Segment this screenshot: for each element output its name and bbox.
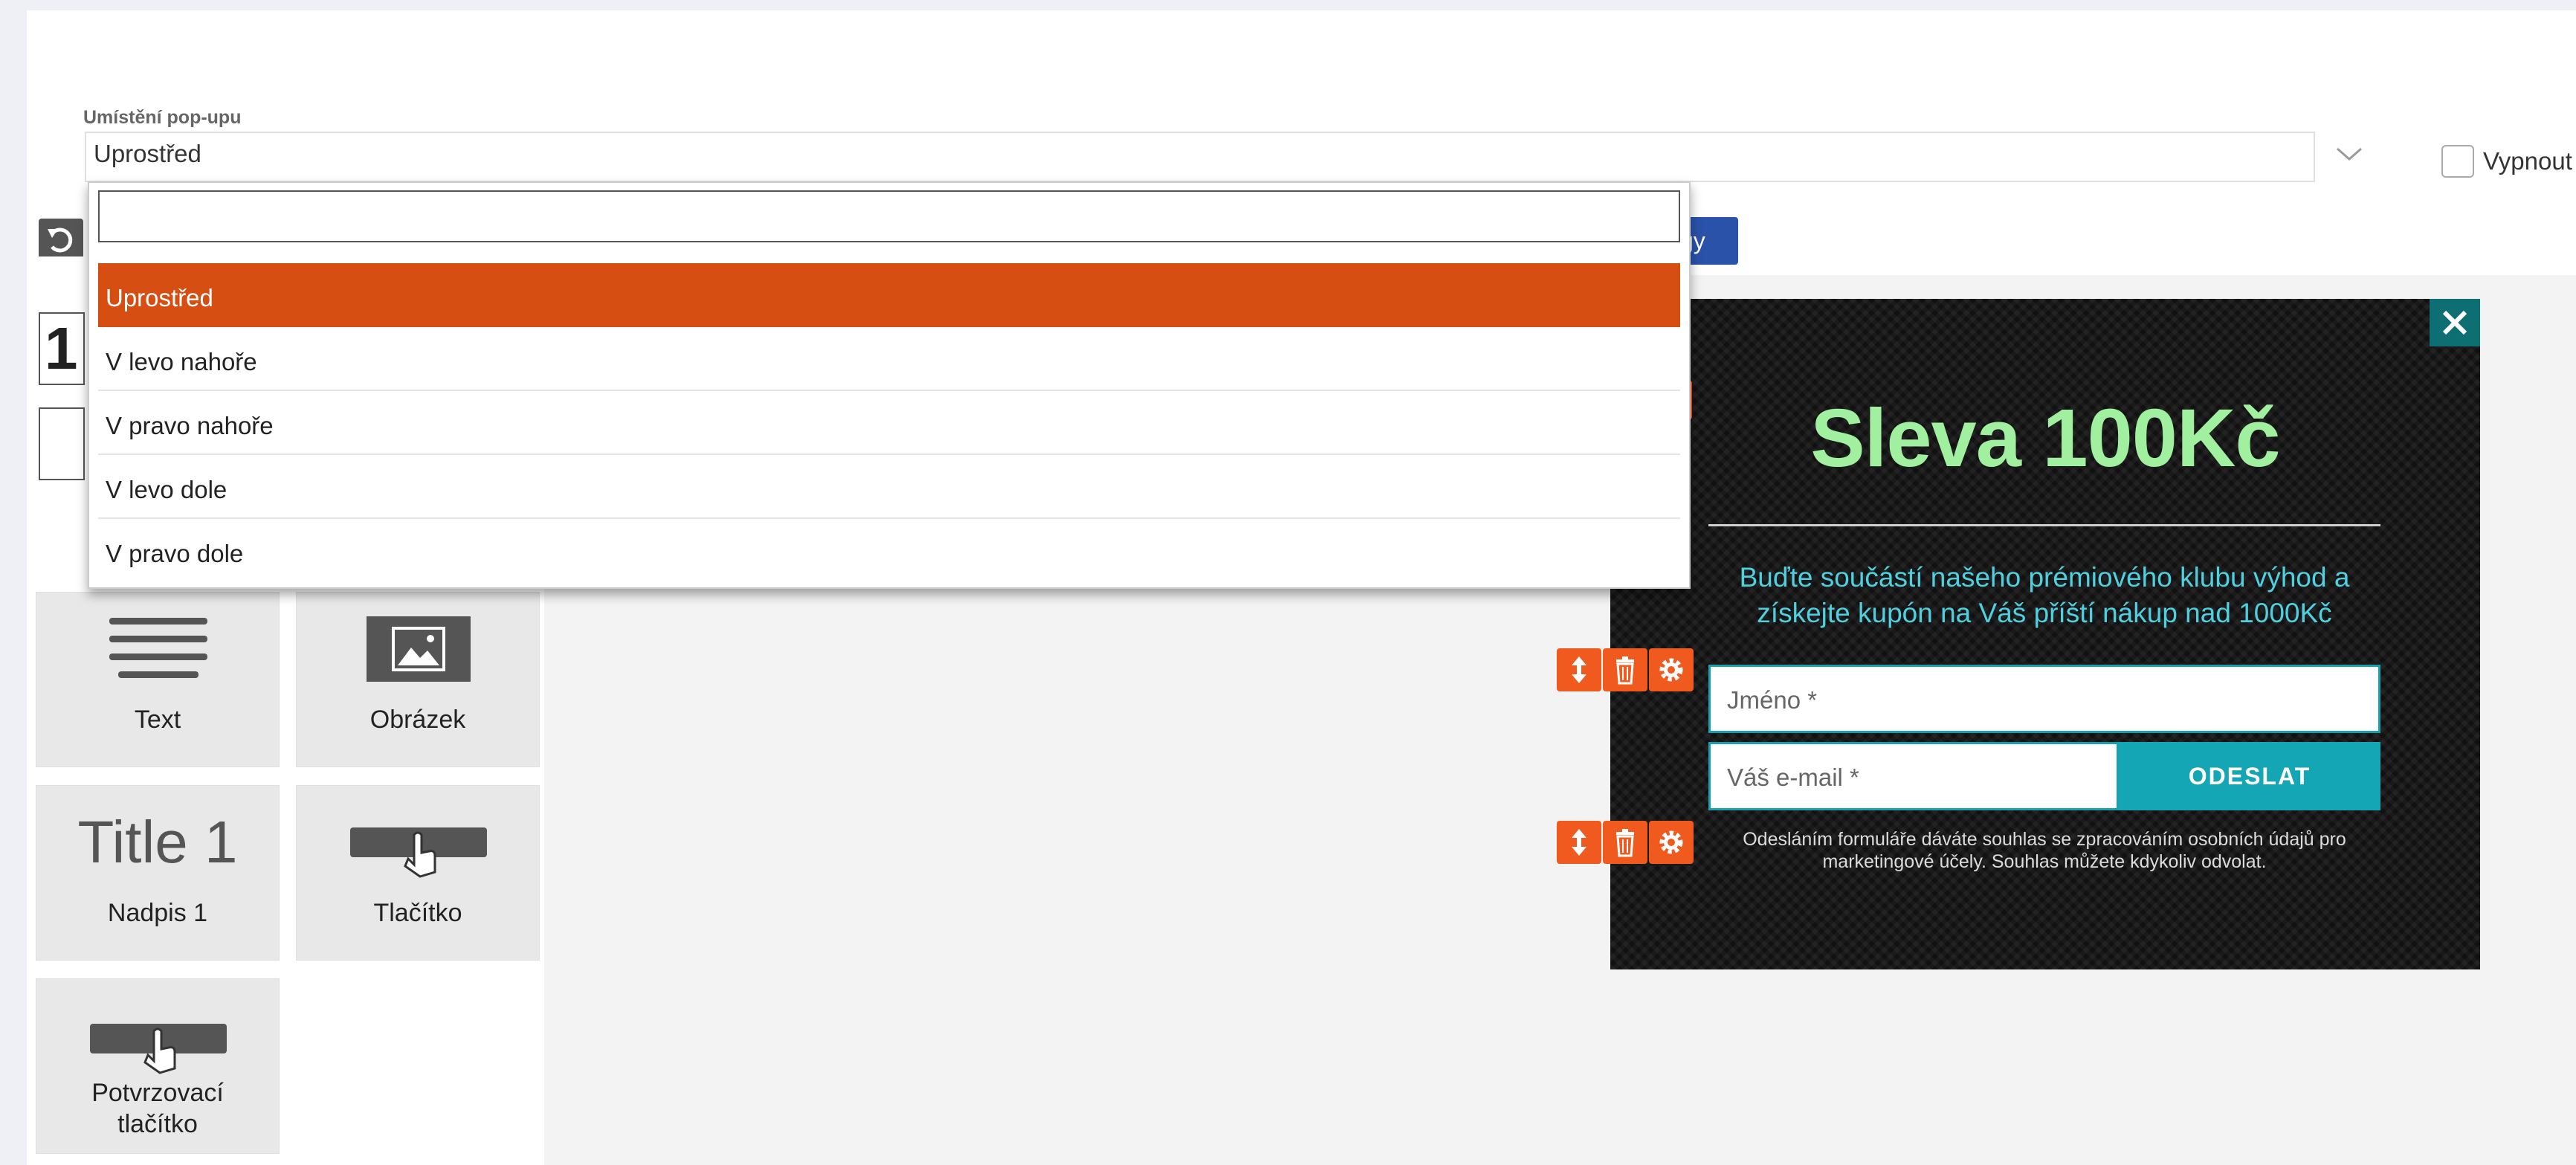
- gear-icon: [1659, 830, 1683, 854]
- dropdown-option[interactable]: V levo dole: [98, 455, 1680, 519]
- placement-select[interactable]: [85, 132, 2382, 182]
- dropdown-search-input[interactable]: [98, 190, 1680, 242]
- trash-icon: [1616, 656, 1634, 685]
- settings-button[interactable]: [1649, 648, 1694, 691]
- palette-tile-heading[interactable]: Title 1 Nadpis 1: [36, 785, 280, 961]
- close-icon: [2442, 310, 2467, 335]
- top-strip: [0, 0, 2576, 10]
- palette-tile-image[interactable]: Obrázek: [296, 592, 540, 767]
- heading-icon: Title 1: [77, 809, 238, 875]
- submit-button[interactable]: ODESLAT: [2119, 742, 2380, 810]
- undo-icon: [48, 227, 73, 253]
- palette-number-box-2[interactable]: [39, 407, 85, 480]
- image-icon: [367, 616, 471, 682]
- palette-tile-text[interactable]: Text: [36, 592, 280, 767]
- popup-subtitle[interactable]: Buďte součástí našeho prémiového klubu v…: [1708, 560, 2380, 631]
- dropdown-option[interactable]: Uprostřed: [98, 263, 1680, 327]
- gear-icon: [1659, 658, 1683, 682]
- button-pointer-icon: [350, 827, 487, 878]
- left-gutter: [0, 0, 27, 1165]
- settings-button[interactable]: [1649, 821, 1694, 864]
- dropdown-option[interactable]: V pravo nahoře: [98, 391, 1680, 455]
- popup-close-button[interactable]: [2430, 299, 2480, 346]
- consent-text[interactable]: Odesláním formuláře dáváte souhlas se zp…: [1708, 828, 2380, 873]
- disable-checkbox[interactable]: [2441, 145, 2474, 178]
- move-handle-button[interactable]: [1557, 821, 1601, 864]
- dropdown-option[interactable]: V pravo dole: [98, 519, 1680, 583]
- palette-number-box[interactable]: 1: [39, 312, 85, 385]
- move-arrows-icon: [1572, 829, 1586, 856]
- palette-tile-label: Tlačítko: [373, 899, 462, 927]
- disable-label: Vypnout: [2483, 147, 2572, 175]
- trash-icon: [1616, 829, 1634, 857]
- popup-title[interactable]: Sleva 100Kč: [1610, 391, 2480, 485]
- delete-button[interactable]: [1603, 821, 1647, 864]
- placement-label: Umístění pop-upu: [83, 107, 242, 128]
- chevron-down-icon: [2337, 147, 2362, 161]
- palette-tile-button[interactable]: Tlačítko: [296, 785, 540, 961]
- confirm-button-pointer-icon: [90, 1024, 227, 1074]
- palette-tile-label: Text: [134, 706, 181, 734]
- popup-divider: [1708, 524, 2380, 526]
- dropdown-option[interactable]: V levo nahoře: [98, 327, 1680, 391]
- move-arrows-icon: [1572, 656, 1586, 683]
- email-input[interactable]: Váš e-mail *: [1708, 742, 2119, 810]
- palette-tile-confirm-button[interactable]: Potvrzovací tlačítko: [36, 978, 280, 1154]
- move-handle-button[interactable]: [1557, 648, 1601, 691]
- placement-select-value: Uprostřed: [94, 140, 201, 167]
- palette-tile-label: Obrázek: [369, 706, 466, 734]
- text-lines-icon: [109, 618, 207, 678]
- palette-tile-label: Potvrzovací tlačítko: [91, 1079, 224, 1138]
- palette-tile-label: Nadpis 1: [107, 899, 208, 927]
- name-input[interactable]: Jméno *: [1708, 665, 2380, 733]
- delete-button[interactable]: [1603, 648, 1647, 691]
